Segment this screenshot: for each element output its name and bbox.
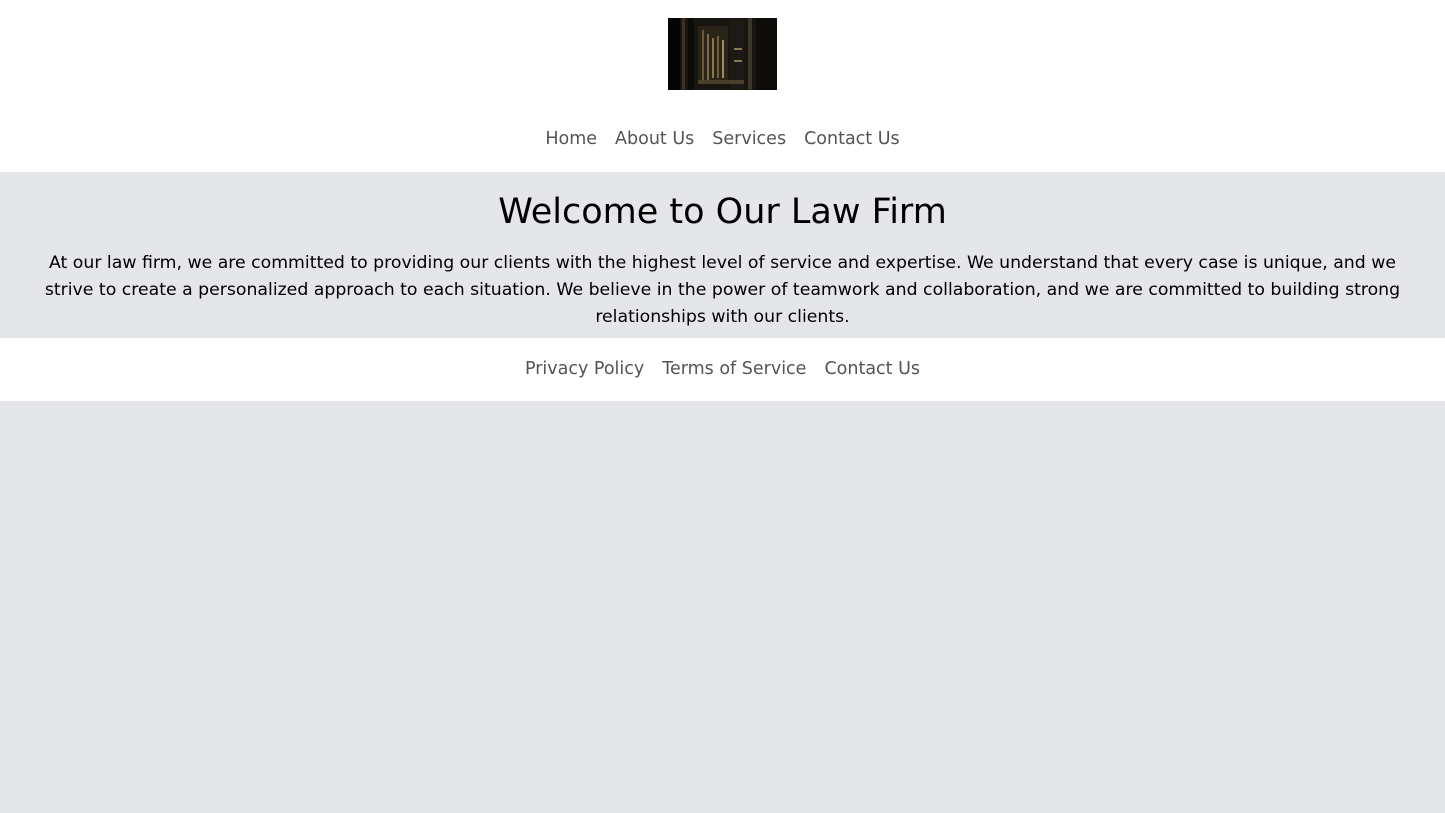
footer-contact-us-link[interactable]: Contact Us [824, 358, 920, 380]
page-title: Welcome to Our Law Firm [498, 192, 947, 232]
footer-privacy-policy-link[interactable]: Privacy Policy [525, 358, 644, 380]
nav-services-link[interactable]: Services [712, 128, 786, 150]
hero-section: Welcome to Our Law Firm At our law firm,… [0, 172, 1445, 338]
site-header: Home About Us Services Contact Us [0, 0, 1445, 172]
intro-paragraph: At our law firm, we are committed to pro… [44, 253, 1401, 327]
nav-home-link[interactable]: Home [545, 128, 597, 150]
nav-about-us-link[interactable]: About Us [615, 128, 694, 150]
footer-nav: Privacy Policy Terms of Service Contact … [0, 358, 1445, 380]
nav-contact-us-link[interactable]: Contact Us [804, 128, 900, 150]
site-footer: Privacy Policy Terms of Service Contact … [0, 338, 1445, 401]
footer-terms-of-service-link[interactable]: Terms of Service [662, 358, 806, 380]
main-nav: Home About Us Services Contact Us [0, 128, 1445, 150]
logo-graphic [668, 18, 777, 90]
law-firm-logo-image[interactable] [668, 18, 777, 90]
